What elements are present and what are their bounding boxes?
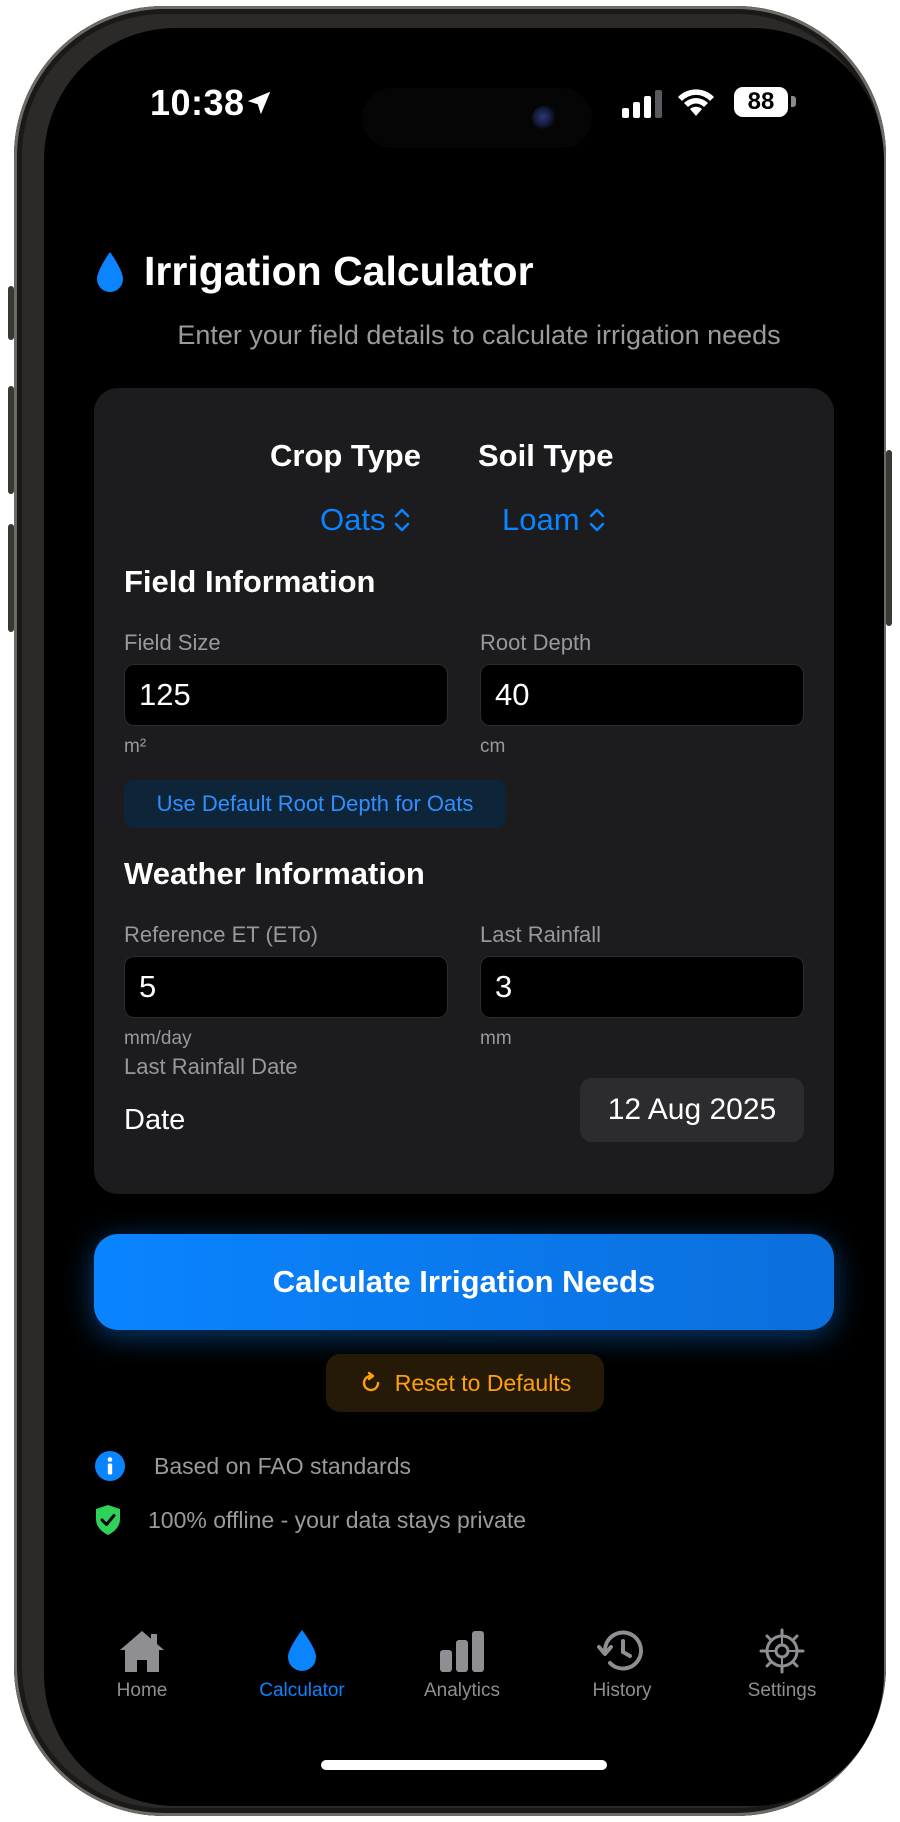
root-depth-unit: cm	[480, 736, 506, 757]
crop-type-picker[interactable]: Oats	[320, 502, 411, 538]
info-row-offline: 100% offline - your data stays private	[94, 1504, 526, 1536]
soil-type-label: Soil Type	[478, 438, 614, 473]
reset-defaults-button[interactable]: Reset to Defaults	[326, 1354, 604, 1412]
camera-icon	[532, 106, 556, 130]
field-information-heading: Field Information	[124, 564, 376, 599]
volume-up-button	[8, 386, 14, 494]
location-arrow-icon	[247, 91, 271, 115]
tab-label: Settings	[747, 1680, 817, 1701]
crop-type-label: Crop Type	[270, 438, 421, 473]
info-text: Based on FAO standards	[154, 1452, 411, 1479]
page-subtitle: Enter your field details to calculate ir…	[177, 320, 781, 350]
root-depth-label: Root Depth	[480, 630, 592, 655]
battery-tip	[791, 96, 796, 107]
water-drop-icon	[97, 252, 123, 292]
field-size-label: Field Size	[124, 630, 221, 655]
reset-arrow-icon	[362, 1371, 379, 1392]
power-button	[886, 450, 892, 626]
reference-et-label: Reference ET (ETo)	[124, 922, 319, 947]
chevron-up-down-icon	[395, 508, 410, 532]
tab-label: Home	[116, 1680, 168, 1701]
gear-icon	[759, 1628, 805, 1674]
phone-frame: 10:38 88 Irrigation Calculator Enter you…	[8, 6, 892, 1816]
tab-analytics[interactable]: Analytics	[382, 1628, 542, 1702]
bar-chart-icon	[440, 1631, 484, 1672]
action-button	[8, 286, 14, 340]
house-icon	[120, 1631, 164, 1672]
weather-information-heading: Weather Information	[124, 856, 425, 891]
shield-check-icon	[96, 1505, 120, 1535]
field-size-unit: m²	[124, 736, 147, 757]
drop-icon	[288, 1630, 316, 1671]
screen: 10:38 88 Irrigation Calculator Enter you…	[44, 28, 884, 1806]
dynamic-island	[362, 88, 592, 148]
tab-bar: Home Calculator Analytics History Settin…	[44, 1628, 884, 1728]
home-indicator[interactable]	[321, 1760, 607, 1770]
tab-home[interactable]: Home	[62, 1628, 222, 1702]
calculate-button[interactable]: Calculate Irrigation Needs	[94, 1234, 834, 1330]
history-icon	[597, 1630, 643, 1671]
tab-label: History	[592, 1680, 652, 1701]
status-time: 10:38	[150, 82, 245, 123]
last-rainfall-input[interactable]: 3	[480, 956, 804, 1018]
reference-et-input[interactable]: 5	[124, 956, 448, 1018]
last-rainfall-unit: mm	[480, 1028, 512, 1049]
volume-down-button	[8, 524, 14, 632]
crop-type-value: Oats	[320, 502, 386, 537]
reference-et-unit: mm/day	[124, 1028, 192, 1049]
chevron-up-down-icon	[589, 508, 604, 532]
use-default-root-depth-button[interactable]: Use Default Root Depth for Oats	[124, 780, 506, 828]
field-size-input[interactable]: 125	[124, 664, 448, 726]
battery-indicator: 88	[734, 87, 788, 117]
date-picker[interactable]: 12 Aug 2025	[580, 1078, 804, 1142]
soil-type-picker[interactable]: Loam	[502, 502, 606, 538]
tab-label: Calculator	[259, 1680, 345, 1701]
input-card: Crop Type Soil Type Oats Loam Field Info…	[94, 388, 834, 1194]
cellular-signal-icon	[622, 90, 662, 118]
tab-settings[interactable]: Settings	[702, 1628, 862, 1702]
soil-type-value: Loam	[502, 502, 580, 537]
wifi-icon	[678, 89, 714, 116]
info-text: 100% offline - your data stays private	[148, 1506, 527, 1533]
tab-history[interactable]: History	[542, 1628, 702, 1702]
info-row-fao: Based on FAO standards	[94, 1450, 411, 1482]
tab-calculator[interactable]: Calculator	[222, 1628, 382, 1702]
last-rainfall-label: Last Rainfall	[480, 922, 602, 947]
last-rainfall-date-label: Last Rainfall Date	[124, 1054, 298, 1079]
reset-label: Reset to Defaults	[394, 1369, 572, 1396]
root-depth-input[interactable]: 40	[480, 664, 804, 726]
info-icon	[95, 1451, 125, 1481]
page-title: Irrigation Calculator	[144, 248, 534, 294]
date-label: Date	[124, 1104, 186, 1136]
tab-label: Analytics	[423, 1680, 501, 1701]
